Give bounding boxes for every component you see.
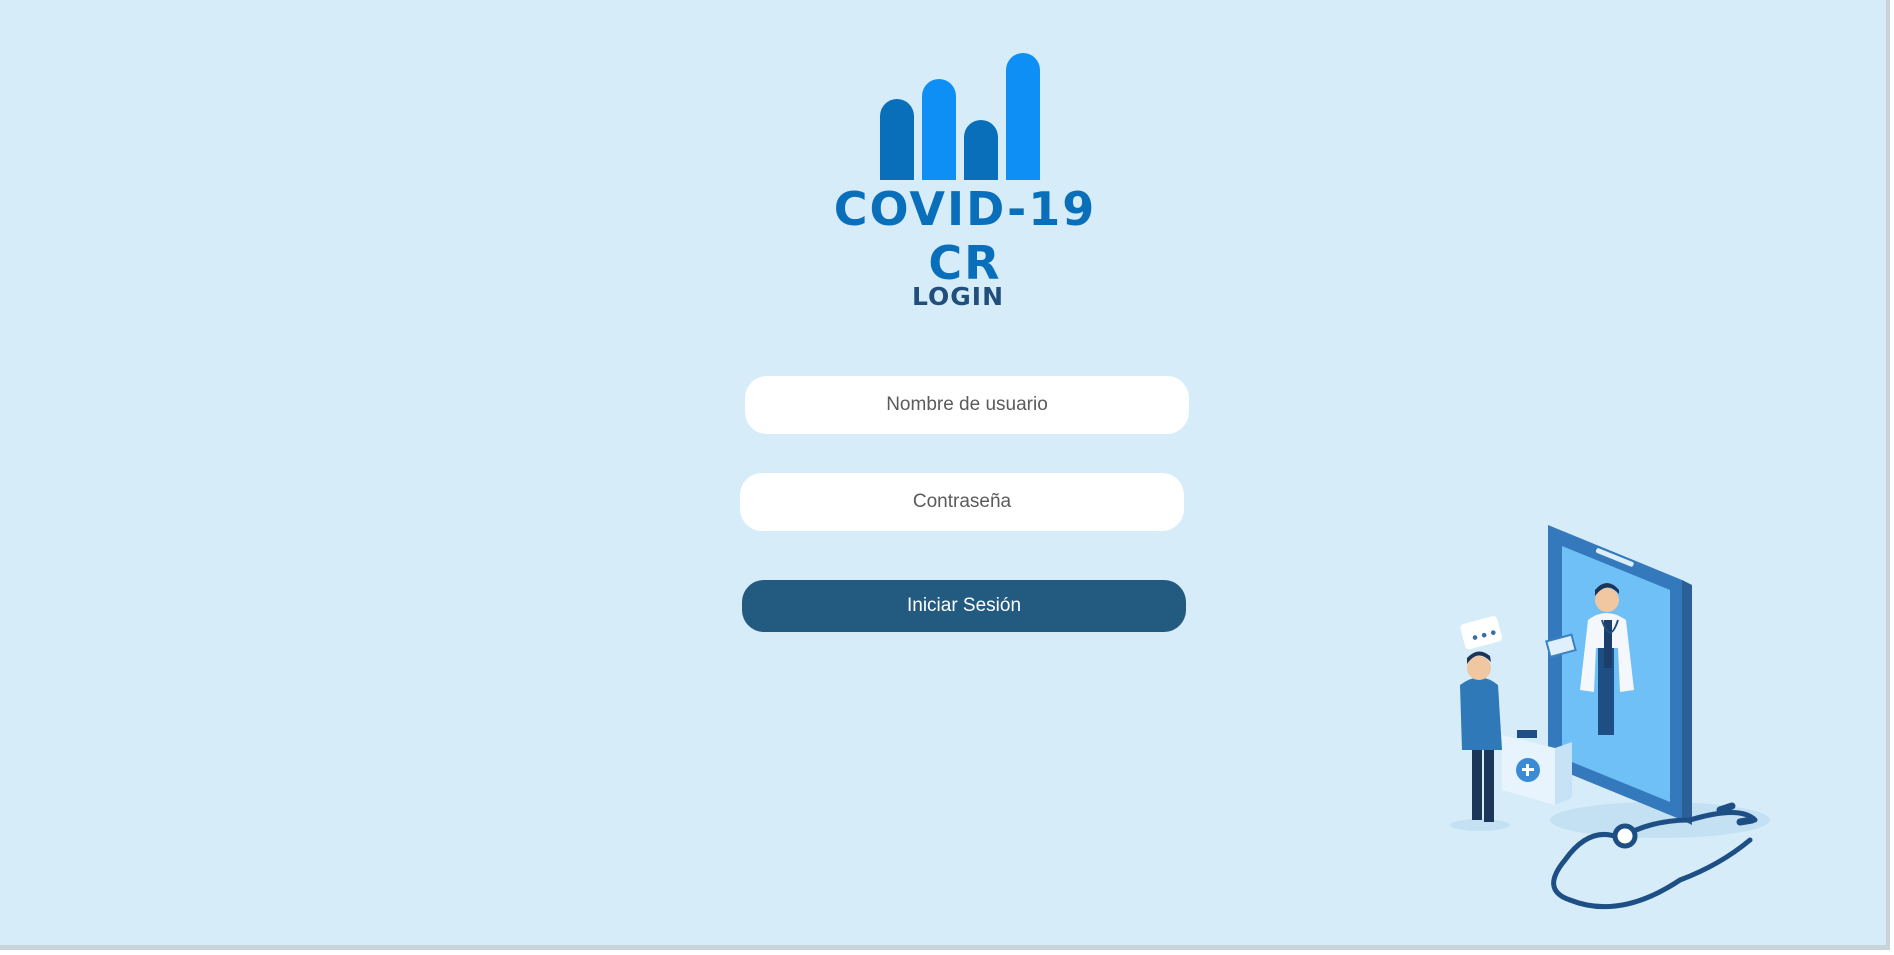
bar-chart-logo-icon [880,40,1060,180]
logo-bar [880,99,914,180]
login-screen: COVID-19 CR LOGIN Iniciar Sesión ••• [0,0,1890,950]
covid-cr-logo: COVID-19 CR [810,40,1120,290]
login-title: LOGIN [911,282,1005,311]
telemedicine-illustration: ••• [1450,525,1770,910]
login-button[interactable]: Iniciar Sesión [742,580,1186,632]
logo-bar [922,79,956,180]
username-input[interactable] [745,376,1189,434]
password-input[interactable] [740,473,1184,531]
brand-name: COVID-19 CR [833,182,1097,290]
logo-bar [1006,53,1040,180]
logo-bar [964,120,998,180]
chat-bubble-icon: ••• [1460,616,1503,650]
patient-icon [1450,651,1510,831]
